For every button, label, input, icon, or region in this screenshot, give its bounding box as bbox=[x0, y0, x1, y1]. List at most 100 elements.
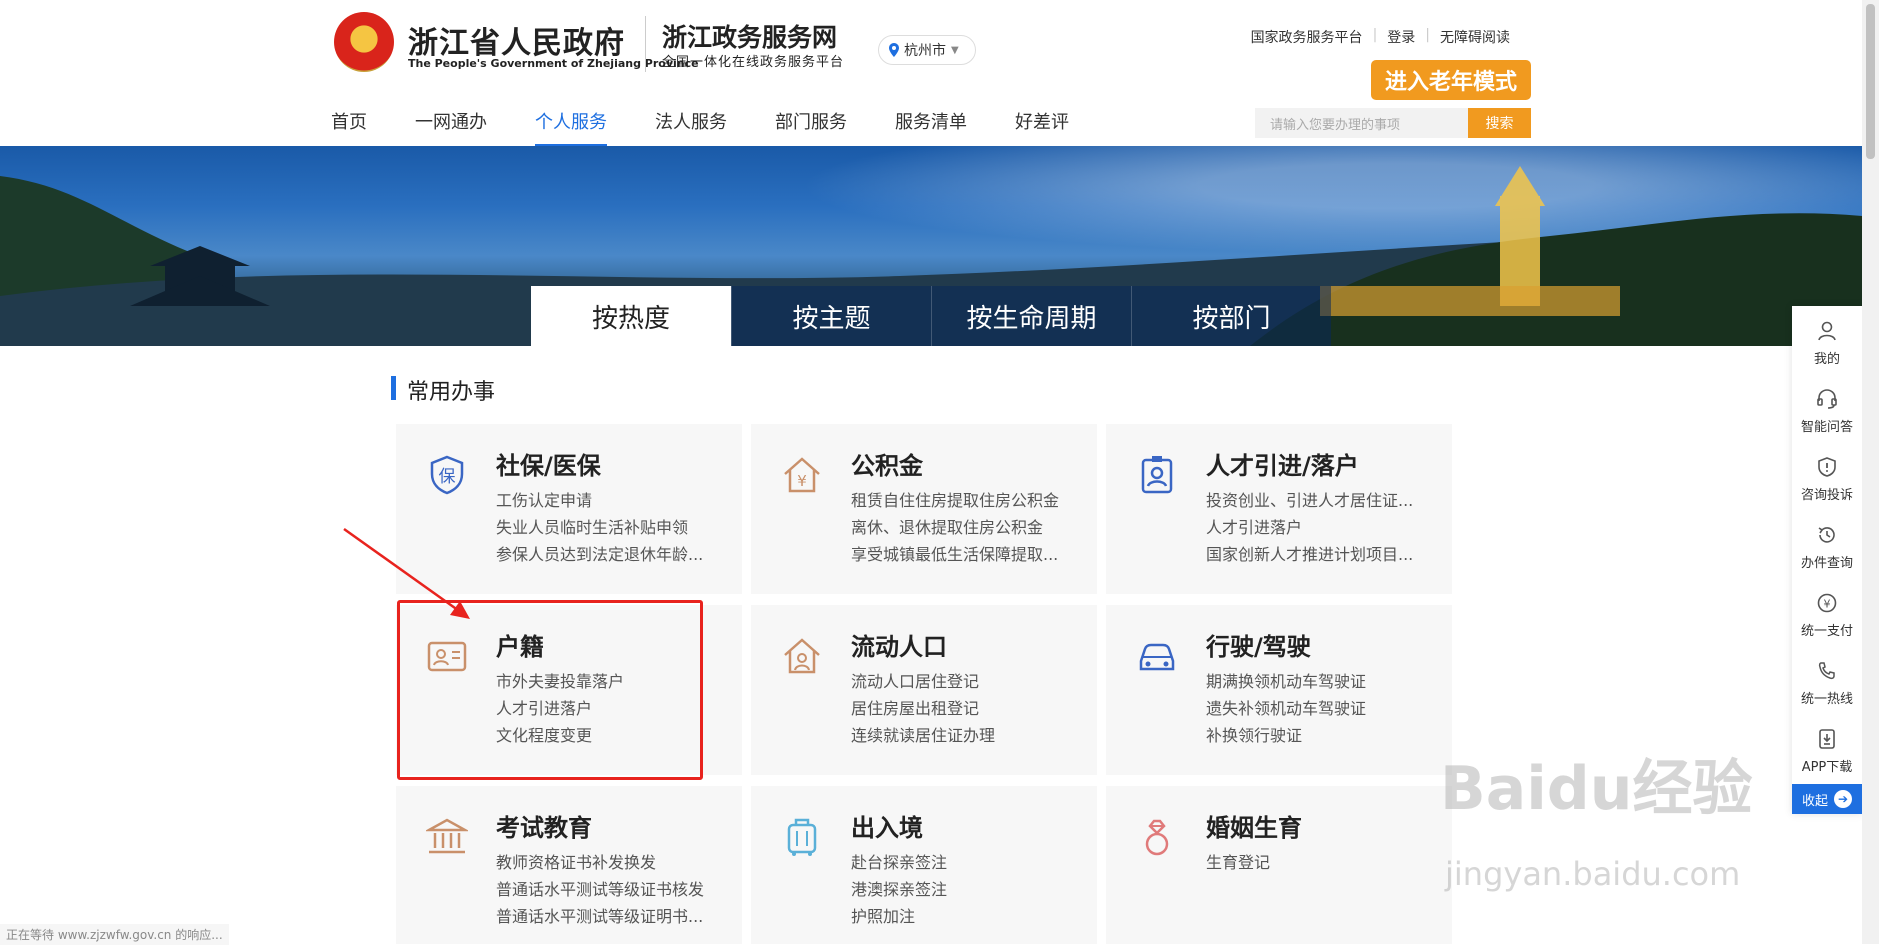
dock-label: APP下载 bbox=[1801, 760, 1853, 775]
baidu-watermark: Baidu经验 bbox=[1440, 754, 1753, 824]
main-nav: 首页 一网通办 个人服务 法人服务 部门服务 服务清单 好差评 bbox=[331, 108, 1117, 147]
card-items: 投资创业、引进人才居住证... 人才引进落户 国家创新人才推进计划项目... bbox=[1206, 487, 1441, 568]
dock-item-payment[interactable]: ¥ 统一支付 bbox=[1792, 592, 1862, 639]
service-card-talent-settlement[interactable]: 人才引进/落户 投资创业、引进人才居住证... 人才引进落户 国家创新人才推进计… bbox=[1106, 424, 1452, 594]
card-link[interactable]: 连续就读居住证办理 bbox=[851, 722, 1086, 749]
yuan-coin-icon: ¥ bbox=[1816, 592, 1838, 614]
card-items: 租赁自住住房提取住房公积金 离休、退休提取住房公积金 享受城镇最低生活保障提取.… bbox=[851, 487, 1086, 568]
search-button[interactable]: 搜索 bbox=[1468, 108, 1531, 138]
diamond-ring-icon bbox=[1136, 816, 1178, 858]
section-title: 常用办事 bbox=[407, 380, 496, 405]
dock-label: 统一支付 bbox=[1800, 624, 1853, 639]
svg-text:¥: ¥ bbox=[797, 472, 807, 490]
dock-item-hotline[interactable]: 统一热线 bbox=[1792, 660, 1862, 707]
nav-item-department-services[interactable]: 部门服务 bbox=[775, 108, 847, 144]
tab-by-theme[interactable]: 按主题 bbox=[731, 286, 931, 346]
card-link[interactable]: 人才引进落户 bbox=[1206, 514, 1441, 541]
portal-name[interactable]: 浙江政务服务网 bbox=[662, 18, 837, 54]
dock-label: 我的 bbox=[1813, 352, 1840, 367]
card-link[interactable]: 国家创新人才推进计划项目... bbox=[1206, 541, 1441, 568]
dock-item-case-query[interactable]: 办件查询 bbox=[1792, 524, 1862, 571]
tab-by-life-cycle[interactable]: 按生命周期 bbox=[931, 286, 1131, 346]
page-scrollbar[interactable] bbox=[1862, 0, 1879, 944]
phone-icon bbox=[1816, 660, 1838, 682]
nav-item-evaluation[interactable]: 好差评 bbox=[1015, 108, 1069, 144]
tab-by-department[interactable]: 按部门 bbox=[1131, 286, 1331, 346]
card-link[interactable]: 教师资格证书补发换发 bbox=[496, 849, 731, 876]
card-link[interactable]: 生育登记 bbox=[1206, 849, 1441, 876]
card-title: 人才引进/落户 bbox=[1206, 452, 1359, 480]
download-icon bbox=[1816, 728, 1838, 750]
dock-collapse-button[interactable]: 收起 ➔ bbox=[1792, 784, 1862, 814]
zhejiang-emblem-logo[interactable] bbox=[334, 12, 394, 72]
top-link-login[interactable]: 登录 bbox=[1387, 27, 1415, 47]
nav-item-service-list[interactable]: 服务清单 bbox=[895, 108, 967, 144]
card-link[interactable]: 离休、退休提取住房公积金 bbox=[851, 514, 1086, 541]
search-input[interactable]: 请输入您要办理的事项 bbox=[1255, 108, 1468, 138]
category-tabs: 按热度 按主题 按生命周期 按部门 bbox=[531, 286, 1331, 346]
card-link[interactable]: 参保人员达到法定退休年龄... bbox=[496, 541, 731, 568]
card-link[interactable]: 补换领行驶证 bbox=[1206, 722, 1441, 749]
shield-bao-icon: 保 bbox=[426, 454, 468, 496]
card-link[interactable]: 期满换领机动车驾驶证 bbox=[1206, 668, 1441, 695]
city-label: 杭州市 bbox=[904, 43, 946, 59]
bank-building-icon bbox=[424, 816, 470, 858]
top-link-accessibility[interactable]: 无障碍阅读 bbox=[1440, 27, 1510, 47]
card-items: 赴台探亲签注 港澳探亲签注 护照加注 bbox=[851, 849, 1086, 930]
card-link[interactable]: 普通话水平测试等级证明书... bbox=[496, 903, 731, 930]
service-card-driving[interactable]: 行驶/驾驶 期满换领机动车驾驶证 遗失补领机动车驾驶证 补换领行驶证 bbox=[1106, 605, 1452, 775]
nav-item-one-network[interactable]: 一网通办 bbox=[415, 108, 487, 144]
service-card-marriage-birth[interactable]: 婚姻生育 生育登记 bbox=[1106, 786, 1452, 944]
card-link[interactable]: 流动人口居住登记 bbox=[851, 668, 1086, 695]
chevron-down-icon: ▼ bbox=[951, 44, 959, 56]
svg-text:¥: ¥ bbox=[1824, 598, 1831, 611]
tab-by-popularity[interactable]: 按热度 bbox=[531, 286, 731, 346]
service-card-housing-fund[interactable]: ¥ 公积金 租赁自住住房提取住房公积金 离休、退休提取住房公积金 享受城镇最低生… bbox=[751, 424, 1097, 594]
service-card-exam-education[interactable]: 考试教育 教师资格证书补发换发 普通话水平测试等级证书核发 普通话水平测试等级证… bbox=[396, 786, 742, 944]
card-link[interactable]: 租赁自住住房提取住房公积金 bbox=[851, 487, 1086, 514]
house-person-icon bbox=[781, 635, 823, 677]
top-link-national-platform[interactable]: 国家政务服务平台 bbox=[1251, 27, 1363, 47]
card-link[interactable]: 投资创业、引进人才居住证... bbox=[1206, 487, 1441, 514]
city-selector[interactable]: 杭州市 ▼ bbox=[878, 35, 976, 65]
dock-label: 咨询投诉 bbox=[1800, 488, 1853, 503]
dock-item-app-download[interactable]: APP下载 bbox=[1792, 728, 1862, 775]
card-link[interactable]: 普通话水平测试等级证书核发 bbox=[496, 876, 731, 903]
card-link[interactable]: 享受城镇最低生活保障提取... bbox=[851, 541, 1086, 568]
top-links: 国家政务服务平台 | 登录 | 无障碍阅读 bbox=[1251, 27, 1510, 47]
gov-name-en: The People's Government of Zhejiang Prov… bbox=[408, 57, 699, 70]
scrollbar-thumb[interactable] bbox=[1866, 4, 1875, 159]
card-title: 考试教育 bbox=[496, 814, 592, 842]
card-link[interactable]: 遗失补领机动车驾驶证 bbox=[1206, 695, 1441, 722]
header-divider bbox=[645, 16, 646, 72]
service-card-floating-population[interactable]: 流动人口 流动人口居住登记 居住房屋出租登记 连续就读居住证办理 bbox=[751, 605, 1097, 775]
card-items: 生育登记 bbox=[1206, 849, 1441, 876]
section-accent-bar bbox=[391, 376, 396, 400]
right-side-dock: 我的 智能问答 咨询投诉 办件查询 ¥ 统一支付 统一热线 APP下载 bbox=[1792, 306, 1862, 814]
dock-item-mine[interactable]: 我的 bbox=[1792, 320, 1862, 367]
annotation-arrow-icon bbox=[343, 527, 470, 619]
elder-mode-button[interactable]: 进入老年模式 bbox=[1371, 60, 1531, 100]
card-title: 社保/医保 bbox=[496, 452, 601, 480]
baidu-watermark-url: jingyan.baidu.com bbox=[1445, 855, 1741, 893]
gov-name[interactable]: 浙江省人民政府 bbox=[408, 18, 625, 62]
card-items: 期满换领机动车驾驶证 遗失补领机动车驾驶证 补换领行驶证 bbox=[1206, 668, 1441, 749]
dock-label: 统一热线 bbox=[1800, 692, 1853, 707]
nav-item-legal-person-services[interactable]: 法人服务 bbox=[655, 108, 727, 144]
card-link[interactable]: 居住房屋出租登记 bbox=[851, 695, 1086, 722]
nav-item-personal-services[interactable]: 个人服务 bbox=[535, 108, 607, 147]
card-link[interactable]: 失业人员临时生活补贴申领 bbox=[496, 514, 731, 541]
svg-text:保: 保 bbox=[439, 467, 456, 487]
dock-label: 办件查询 bbox=[1800, 556, 1853, 571]
dock-item-smart-qa[interactable]: 智能问答 bbox=[1792, 388, 1862, 435]
headset-icon bbox=[1816, 388, 1838, 410]
card-link[interactable]: 工伤认定申请 bbox=[496, 487, 731, 514]
location-pin-icon bbox=[889, 43, 899, 57]
card-link[interactable]: 港澳探亲签注 bbox=[851, 876, 1086, 903]
nav-item-home[interactable]: 首页 bbox=[331, 108, 367, 144]
card-link[interactable]: 赴台探亲签注 bbox=[851, 849, 1086, 876]
card-link[interactable]: 护照加注 bbox=[851, 903, 1086, 930]
luggage-icon bbox=[781, 816, 823, 858]
dock-item-complaint[interactable]: 咨询投诉 bbox=[1792, 456, 1862, 503]
service-card-entry-exit[interactable]: 出入境 赴台探亲签注 港澳探亲签注 护照加注 bbox=[751, 786, 1097, 944]
